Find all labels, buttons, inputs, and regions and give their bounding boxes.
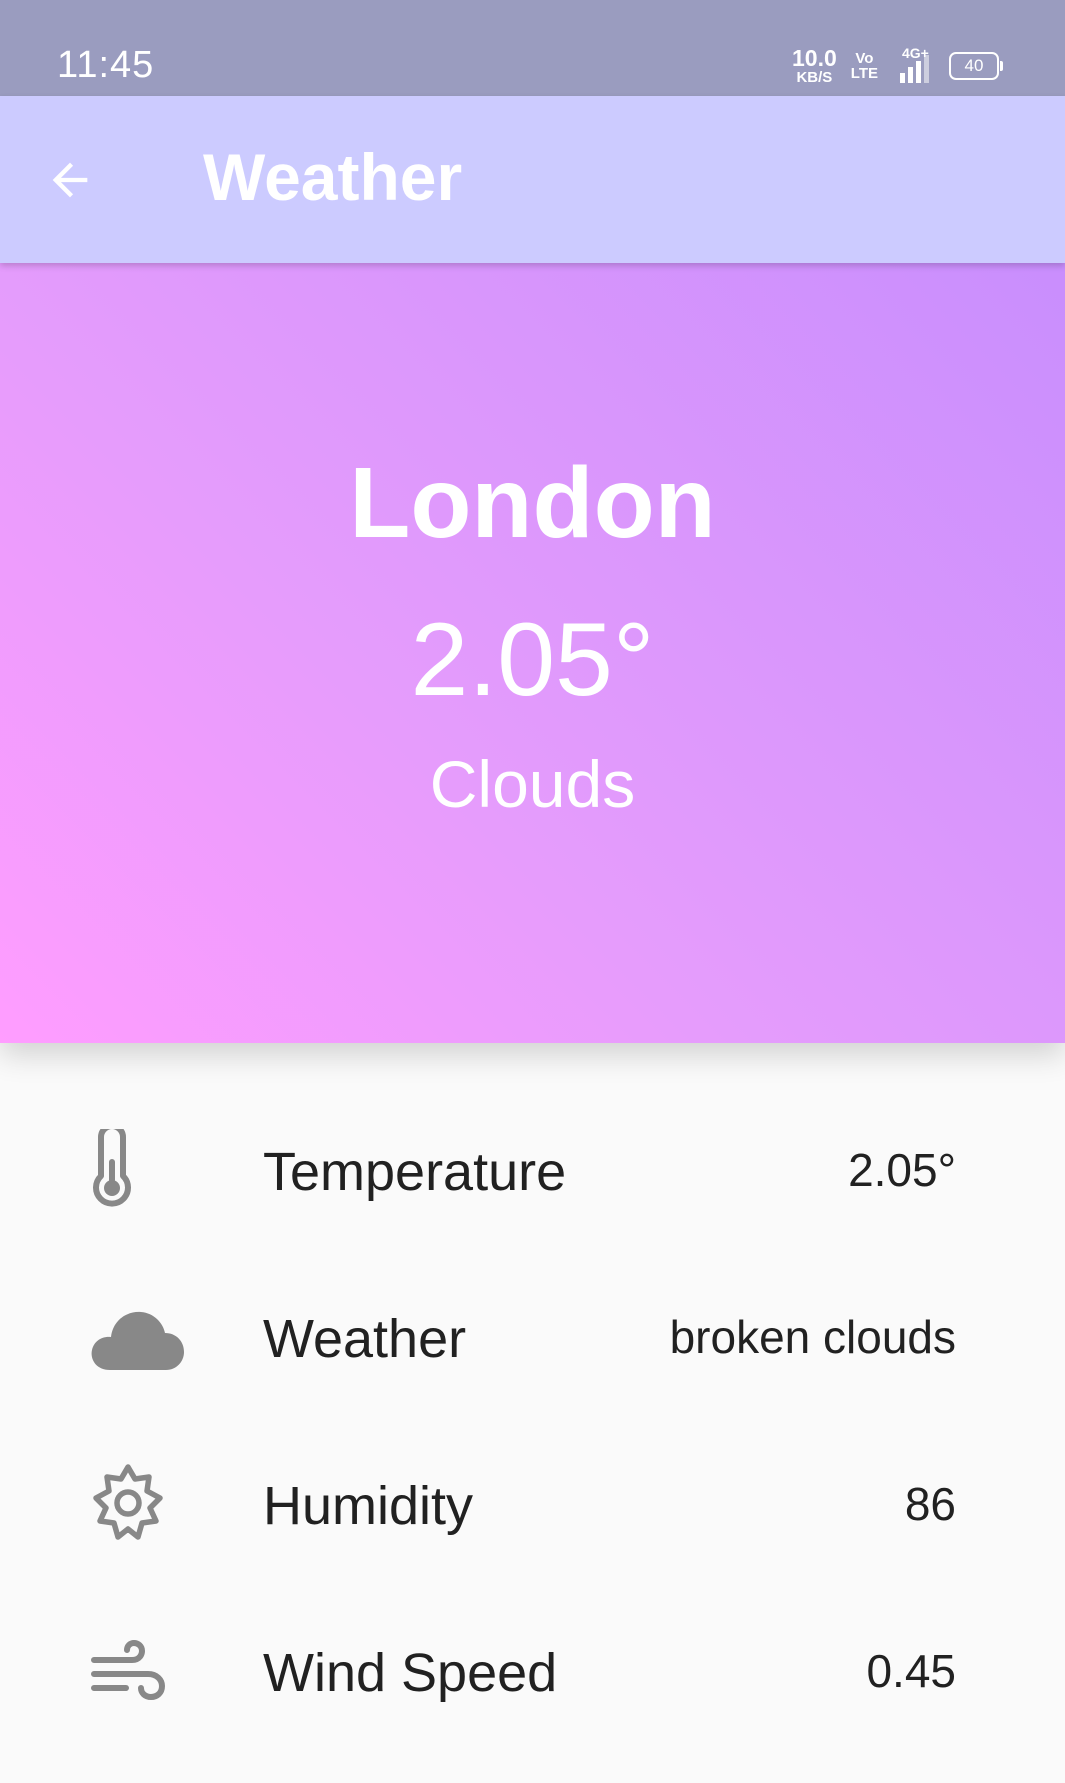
thermometer-icon [90,1123,190,1209]
detail-value: 86 [904,1478,956,1530]
detail-row-temperature: Temperature 2.05° [0,1103,1065,1270]
weather-hero-card: London 2.05° Clouds [0,263,1065,1043]
page-title: Weather [203,140,463,214]
signal-bar-1 [900,73,905,83]
cloud-icon [90,1296,190,1376]
signal-strength-icon: 4G+ [892,45,929,83]
detail-label: Wind Speed [263,1643,558,1703]
city-name: London [349,447,716,559]
volte-top: Vo [855,50,874,67]
status-time: 11:45 [57,44,155,86]
detail-value: 2.05° [848,1144,956,1196]
signal-bar-2 [908,67,913,83]
status-bar: 11:45 10.0 KB/S Vo LTE 4G+ 40 [0,0,1065,96]
detail-row-humidity: Humidity 86 [0,1437,1065,1604]
battery-level: 40 [964,56,984,75]
detail-label: Temperature [263,1142,567,1202]
network-speed-indicator: 10.0 KB/S [792,45,837,86]
detail-label: Weather [263,1309,467,1369]
signal-bar-3 [916,61,921,83]
detail-value: 0.45 [866,1645,956,1697]
detail-row-weather: Weather broken clouds [0,1270,1065,1437]
sun-icon [90,1463,190,1543]
volte-icon: Vo LTE [851,51,878,81]
arrow-left-icon [52,162,88,198]
app-bar: Weather [0,96,1065,263]
battery-icon: 40 [949,52,1003,80]
detail-label: Humidity [263,1476,474,1536]
current-temperature: 2.05° [410,602,655,718]
status-icons: 10.0 KB/S Vo LTE 4G+ 40 [792,44,1003,88]
network-speed-unit: KB/S [796,69,833,86]
back-button[interactable] [30,140,110,220]
wind-icon [90,1630,190,1710]
detail-value: broken clouds [669,1311,956,1363]
weather-details-list: Temperature 2.05° Weather broken clouds … [0,1103,1065,1771]
weather-condition: Clouds [429,747,636,821]
detail-row-wind-speed: Wind Speed 0.45 [0,1604,1065,1771]
signal-bar-4 [924,55,929,83]
volte-bottom: LTE [850,65,878,82]
network-speed-value: 10.0 [792,45,837,71]
